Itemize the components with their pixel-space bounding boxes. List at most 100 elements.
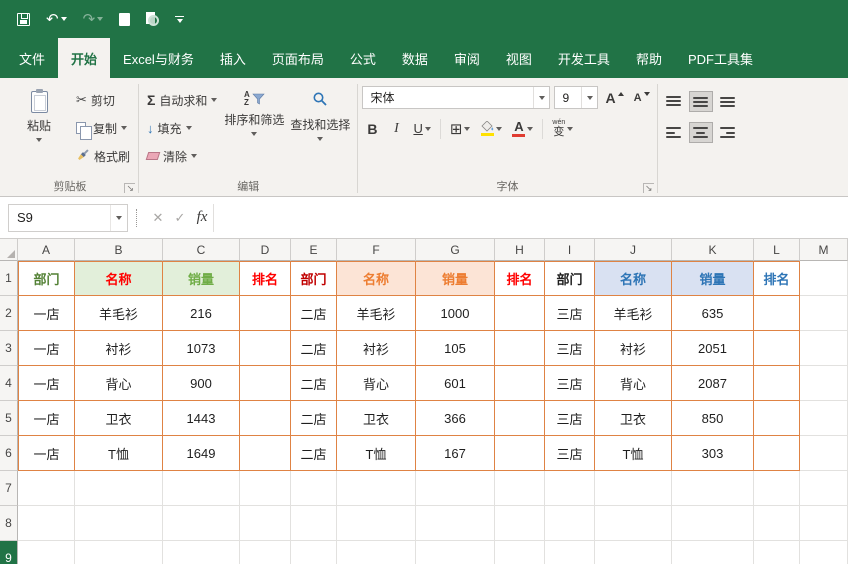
cell-C3[interactable]: 1073 <box>163 331 240 366</box>
cell-K2[interactable]: 635 <box>672 296 754 331</box>
cell-G5[interactable]: 366 <box>416 401 495 436</box>
cell-M5[interactable] <box>800 401 848 436</box>
cell-J3[interactable]: 衬衫 <box>595 331 672 366</box>
tab-insert[interactable]: 插入 <box>207 38 259 78</box>
cancel-button[interactable]: ✕ <box>147 204 169 232</box>
paste-button[interactable]: 粘贴 <box>6 83 72 177</box>
name-box[interactable]: S9 <box>8 204 128 232</box>
cell-F6[interactable]: T恤 <box>337 436 416 471</box>
cell-J7[interactable] <box>595 471 672 506</box>
cell-K7[interactable] <box>672 471 754 506</box>
select-all-corner[interactable] <box>0 239 18 261</box>
cell-D3[interactable] <box>240 331 291 366</box>
cell-K6[interactable]: 303 <box>672 436 754 471</box>
cell-K1[interactable]: 销量 <box>672 261 754 296</box>
cell-D4[interactable] <box>240 366 291 401</box>
cell-G9[interactable] <box>416 541 495 564</box>
format-painter-button[interactable]: 格式刷 <box>72 145 134 167</box>
cell-A4[interactable]: 一店 <box>18 366 75 401</box>
cell-F2[interactable]: 羊毛衫 <box>337 296 416 331</box>
row-header-1[interactable]: 1 <box>0 261 18 296</box>
cell-G1[interactable]: 销量 <box>416 261 495 296</box>
row-header-9[interactable]: 9 <box>0 541 18 564</box>
cell-L9[interactable] <box>754 541 800 564</box>
cell-A8[interactable] <box>18 506 75 541</box>
tab-file[interactable]: 文件 <box>6 38 58 78</box>
cell-J2[interactable]: 羊毛衫 <box>595 296 672 331</box>
copy-button[interactable]: 复制 <box>72 117 134 139</box>
formula-input[interactable] <box>213 204 848 232</box>
col-header-K[interactable]: K <box>672 239 754 261</box>
cell-L2[interactable] <box>754 296 800 331</box>
cell-B7[interactable] <box>75 471 163 506</box>
cell-F1[interactable]: 名称 <box>337 261 416 296</box>
cell-I9[interactable] <box>545 541 595 564</box>
cell-H2[interactable] <box>495 296 545 331</box>
cell-A2[interactable]: 一店 <box>18 296 75 331</box>
cell-H7[interactable] <box>495 471 545 506</box>
cell-H6[interactable] <box>495 436 545 471</box>
cell-H5[interactable] <box>495 401 545 436</box>
cell-H1[interactable]: 排名 <box>495 261 545 296</box>
row-header-3[interactable]: 3 <box>0 331 18 366</box>
clipboard-dialog-launcher-icon[interactable]: ↘ <box>124 183 135 193</box>
cell-J6[interactable]: T恤 <box>595 436 672 471</box>
cell-G4[interactable]: 601 <box>416 366 495 401</box>
row-header-8[interactable]: 8 <box>0 506 18 541</box>
col-header-F[interactable]: F <box>337 239 416 261</box>
cell-B6[interactable]: T恤 <box>75 436 163 471</box>
print-preview-button[interactable] <box>143 7 162 31</box>
borders-button[interactable]: ⊞ <box>447 117 474 140</box>
cell-J8[interactable] <box>595 506 672 541</box>
cell-E5[interactable]: 二店 <box>291 401 337 436</box>
cell-J9[interactable] <box>595 541 672 564</box>
cell-M7[interactable] <box>800 471 848 506</box>
cell-L1[interactable]: 排名 <box>754 261 800 296</box>
cell-I5[interactable]: 三店 <box>545 401 595 436</box>
cell-G3[interactable]: 105 <box>416 331 495 366</box>
cell-B1[interactable]: 名称 <box>75 261 163 296</box>
cell-B3[interactable]: 衬衫 <box>75 331 163 366</box>
cell-G8[interactable] <box>416 506 495 541</box>
col-header-A[interactable]: A <box>18 239 75 261</box>
chevron-down-icon[interactable] <box>533 87 549 108</box>
cell-A1[interactable]: 部门 <box>18 261 75 296</box>
cell-M1[interactable] <box>800 261 848 296</box>
sort-filter-button[interactable]: AZ 排序和筛选 <box>221 83 287 177</box>
row-header-5[interactable]: 5 <box>0 401 18 436</box>
decrease-font-button[interactable]: A <box>631 86 653 109</box>
cell-C1[interactable]: 销量 <box>163 261 240 296</box>
cell-G7[interactable] <box>416 471 495 506</box>
cell-B2[interactable]: 羊毛衫 <box>75 296 163 331</box>
cell-J1[interactable]: 名称 <box>595 261 672 296</box>
cell-L5[interactable] <box>754 401 800 436</box>
redo-button[interactable]: ↷ <box>80 7 107 31</box>
cell-J4[interactable]: 背心 <box>595 366 672 401</box>
col-header-J[interactable]: J <box>595 239 672 261</box>
cell-A3[interactable]: 一店 <box>18 331 75 366</box>
cell-E6[interactable]: 二店 <box>291 436 337 471</box>
cell-M4[interactable] <box>800 366 848 401</box>
cell-A5[interactable]: 一店 <box>18 401 75 436</box>
cell-A6[interactable]: 一店 <box>18 436 75 471</box>
cell-F9[interactable] <box>337 541 416 564</box>
cell-L8[interactable] <box>754 506 800 541</box>
row-header-4[interactable]: 4 <box>0 366 18 401</box>
col-header-G[interactable]: G <box>416 239 495 261</box>
enter-button[interactable]: ✓ <box>169 204 191 232</box>
col-header-I[interactable]: I <box>545 239 595 261</box>
cell-C5[interactable]: 1443 <box>163 401 240 436</box>
cell-C8[interactable] <box>163 506 240 541</box>
tab-data[interactable]: 数据 <box>389 38 441 78</box>
cell-D5[interactable] <box>240 401 291 436</box>
cell-E2[interactable]: 二店 <box>291 296 337 331</box>
cell-B8[interactable] <box>75 506 163 541</box>
cell-J5[interactable]: 卫衣 <box>595 401 672 436</box>
cell-E1[interactable]: 部门 <box>291 261 337 296</box>
chevron-down-icon[interactable] <box>110 205 127 231</box>
italic-button[interactable]: I <box>386 117 406 140</box>
align-right-button[interactable] <box>716 122 740 143</box>
cut-button[interactable]: ✂ 剪切 <box>72 89 134 111</box>
cell-M6[interactable] <box>800 436 848 471</box>
cell-K5[interactable]: 850 <box>672 401 754 436</box>
